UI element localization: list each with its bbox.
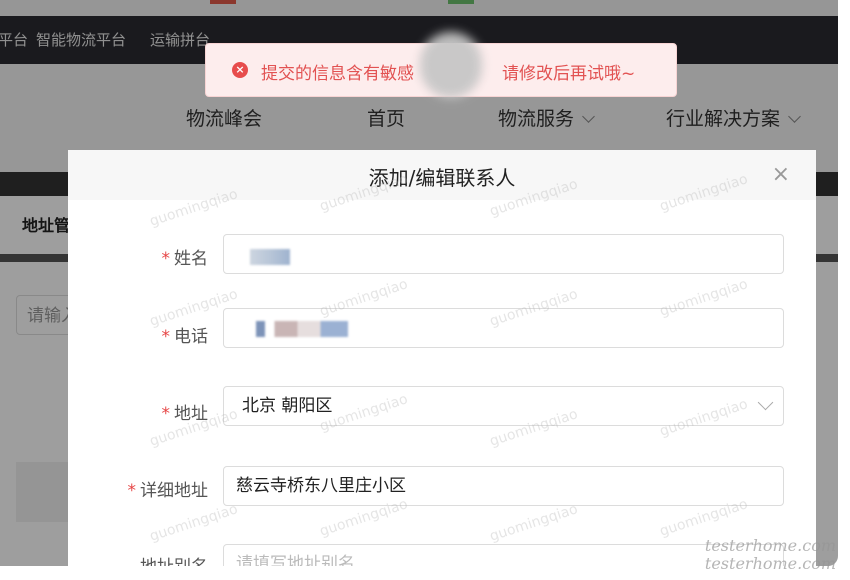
address-label: * 地址	[58, 399, 209, 424]
error-toast: × 提交的信息含有敏感 请修改后再试哦~	[205, 32, 677, 98]
chevron-down-icon	[757, 394, 774, 411]
required-mark: *	[161, 404, 171, 424]
alias-label: 地址别名	[58, 552, 208, 566]
watermark: guomingqiao	[147, 501, 240, 545]
contact-dialog: 添加/编辑联系人 × * 姓名 * 电话 * 地址 北京 朝阳区 * 详细地址 慈云寺桥…	[68, 150, 816, 566]
close-icon[interactable]: ×	[772, 162, 790, 187]
corner-watermark: testerhome.com	[704, 554, 836, 573]
label-text: 详细地址	[140, 481, 208, 501]
label-text: 地址	[174, 404, 208, 424]
label-text: 姓名	[174, 249, 208, 269]
dialog-title: 添加/编辑联系人	[368, 166, 516, 190]
required-mark: *	[161, 327, 171, 347]
name-field[interactable]	[223, 234, 784, 274]
toast-message-end: 请修改后再试哦~	[502, 64, 636, 84]
name-label: * 姓名	[58, 244, 209, 269]
label-text: 电话	[174, 327, 208, 347]
app-screen: 平台 智能物流平台 运输拼台 物流峰会 首页 物流服务 行业解决方案 地址管 请…	[0, 0, 838, 566]
dialog-header: 添加/编辑联系人 ×	[68, 150, 816, 200]
address-value: 北京 朝阳区	[242, 396, 333, 416]
required-mark: *	[127, 481, 137, 501]
detail-address-label: * 详细地址	[58, 476, 209, 501]
redacted-value	[256, 321, 348, 337]
toast-message-start: 提交的信息含有敏感	[261, 64, 414, 84]
corner-watermark: testerhome.com	[704, 536, 836, 555]
error-circle-icon: ×	[232, 62, 248, 78]
detail-address-field[interactable]: 慈云寺桥东八里庄小区	[223, 466, 784, 506]
required-mark: *	[161, 249, 171, 269]
redacted-value	[250, 249, 290, 265]
redacted-region	[420, 32, 482, 98]
watermark: guomingqiao	[487, 501, 580, 545]
address-select[interactable]: 北京 朝阳区	[223, 386, 784, 426]
alias-field[interactable]: 请填写地址别名	[223, 544, 784, 566]
phone-label: * 电话	[58, 322, 209, 347]
phone-field[interactable]	[223, 308, 784, 348]
